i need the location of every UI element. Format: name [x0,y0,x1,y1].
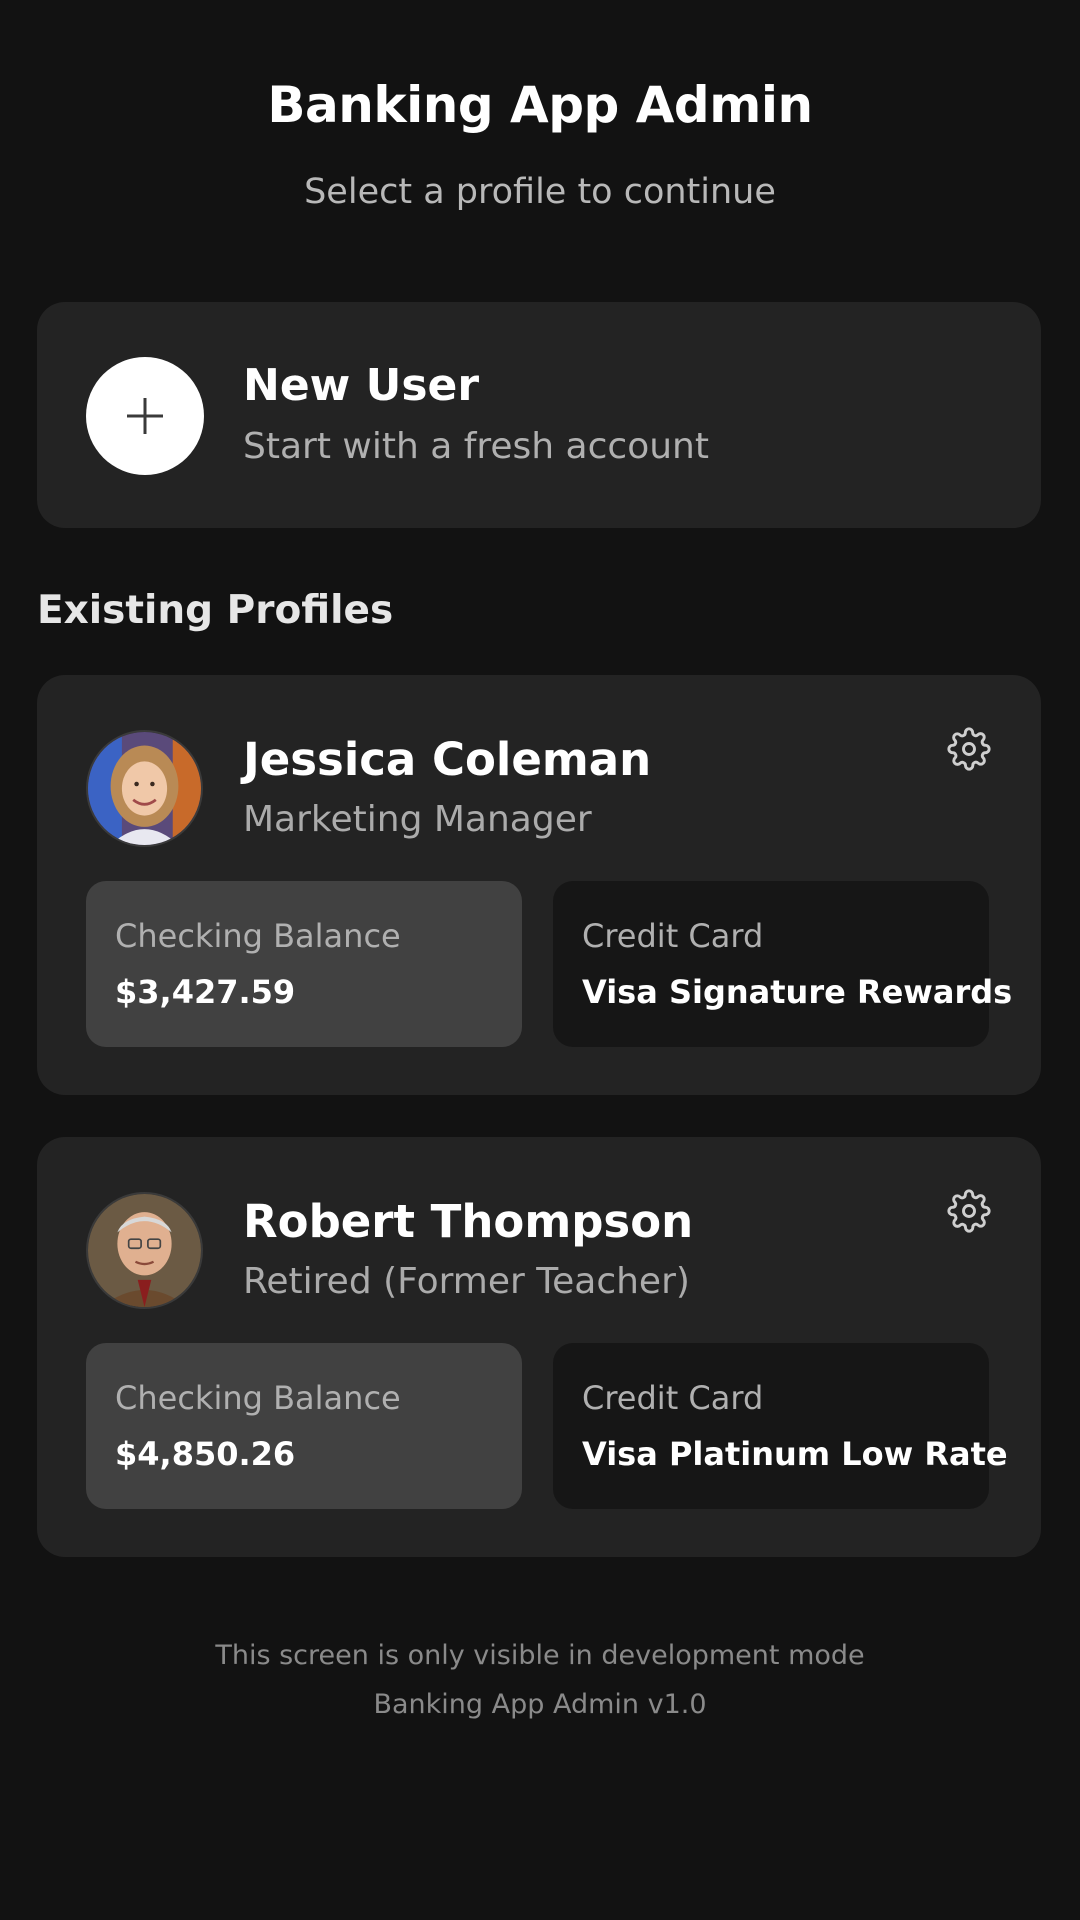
page-title: Banking App Admin [267,76,813,134]
credit-card-tile: Credit Card Visa Platinum Low Rate [553,1343,1008,1509]
profile-card-jessica-coleman[interactable]: Jessica Coleman Marketing Manager Checki… [37,675,1041,1095]
avatar [86,1192,203,1309]
credit-card-label: Credit Card [582,917,764,955]
new-user-subtitle: Start with a fresh account [243,426,709,467]
profile-select-screen: Banking App Admin Select a profile to co… [0,0,1080,1920]
existing-profiles-heading: Existing Profiles [37,588,394,633]
checking-balance-value: $3,427.59 [115,973,296,1011]
profile-role: Retired (Former Teacher) [243,1261,690,1302]
gear-icon[interactable] [947,1189,991,1233]
checking-balance-tile: Checking Balance $4,850.26 [86,1343,522,1509]
gear-icon[interactable] [947,727,991,771]
checking-balance-label: Checking Balance [115,917,401,955]
credit-card-tile: Credit Card Visa Signature Rewards [553,881,1012,1047]
checking-balance-tile: Checking Balance $3,427.59 [86,881,522,1047]
profile-name: Robert Thompson [243,1195,694,1248]
avatar [86,730,203,847]
plus-icon [86,357,204,475]
new-user-title: New User [243,360,480,411]
profile-name: Jessica Coleman [243,733,652,786]
new-user-card[interactable]: New User Start with a fresh account [37,302,1041,528]
credit-card-value: Visa Signature Rewards [582,973,1013,1011]
dev-mode-notice: This screen is only visible in developme… [215,1640,865,1671]
page-subtitle: Select a profile to continue [304,172,776,212]
credit-card-value: Visa Platinum Low Rate [582,1435,1008,1473]
app-version: Banking App Admin v1.0 [373,1689,707,1720]
checking-balance-value: $4,850.26 [115,1435,296,1473]
checking-balance-label: Checking Balance [115,1379,401,1417]
credit-card-label: Credit Card [582,1379,764,1417]
profile-card-robert-thompson[interactable]: Robert Thompson Retired (Former Teacher)… [37,1137,1041,1557]
profile-role: Marketing Manager [243,799,592,840]
